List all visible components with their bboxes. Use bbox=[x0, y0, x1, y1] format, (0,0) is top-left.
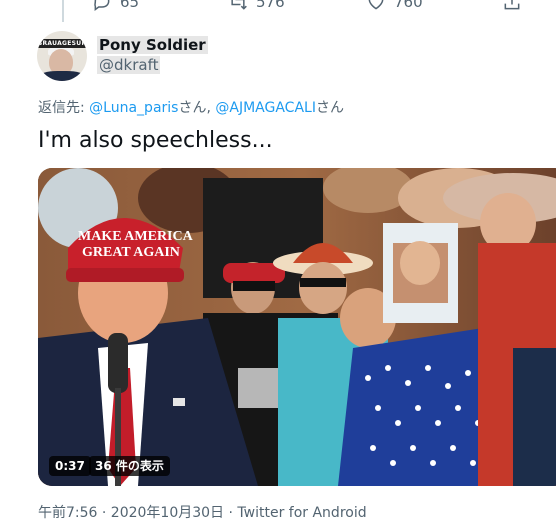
video-player[interactable]: MAKE AMERICA GREAT AGAIN bbox=[38, 168, 556, 486]
replying-to-line: 返信先: @Luna_parisさん, @AJMAGACALIさん bbox=[38, 97, 344, 117]
tweet-timestamp[interactable]: 午前7:56 · 2020年10月30日 bbox=[38, 505, 224, 521]
avatar-suit bbox=[39, 71, 85, 81]
mention-suffix-2: さん bbox=[315, 100, 344, 116]
reply-prefix: 返信先: bbox=[38, 100, 90, 116]
retweet-icon bbox=[231, 0, 247, 10]
avatar-banner-text: BRAUAGESUR bbox=[37, 39, 87, 48]
hat-text-line2: GREAT AGAIN bbox=[82, 245, 180, 260]
mention-link-ajmagacali[interactable]: @AJMAGACALI bbox=[215, 100, 316, 116]
hat-text-line1: MAKE AMERICA bbox=[78, 229, 194, 244]
tweet-text: I'm also speechless... bbox=[38, 128, 273, 153]
retweet-button[interactable]: 576 bbox=[228, 0, 285, 12]
video-views-badge: 36 件の表示 bbox=[89, 456, 170, 476]
heart-icon bbox=[368, 0, 384, 10]
video-frame: MAKE AMERICA GREAT AGAIN bbox=[38, 168, 556, 486]
meta-separator: · bbox=[224, 505, 238, 521]
like-button[interactable]: 760 bbox=[366, 0, 423, 12]
share-icon bbox=[504, 0, 520, 10]
video-duration-badge: 0:37 bbox=[49, 456, 91, 476]
author-display-name[interactable]: Pony Soldier bbox=[97, 36, 208, 54]
reply-button[interactable]: 65 bbox=[92, 0, 139, 12]
reply-icon bbox=[94, 0, 110, 11]
reply-count: 65 bbox=[120, 0, 140, 11]
author-handle[interactable]: @dkraft bbox=[97, 56, 161, 74]
share-button[interactable] bbox=[502, 0, 522, 12]
tweet-source: Twitter for Android bbox=[237, 505, 367, 521]
retweet-count: 576 bbox=[256, 0, 285, 11]
previous-tweet-action-bar: 65 576 760 bbox=[0, 0, 556, 12]
mention-suffix-1: さん, bbox=[178, 100, 216, 116]
tweet-meta: 午前7:56 · 2020年10月30日 · Twitter for Andro… bbox=[38, 502, 367, 521]
mention-link-luna-paris[interactable]: @Luna_paris bbox=[89, 100, 178, 116]
like-count: 760 bbox=[394, 0, 423, 11]
avatar[interactable]: BRAUAGESUR bbox=[37, 31, 87, 81]
